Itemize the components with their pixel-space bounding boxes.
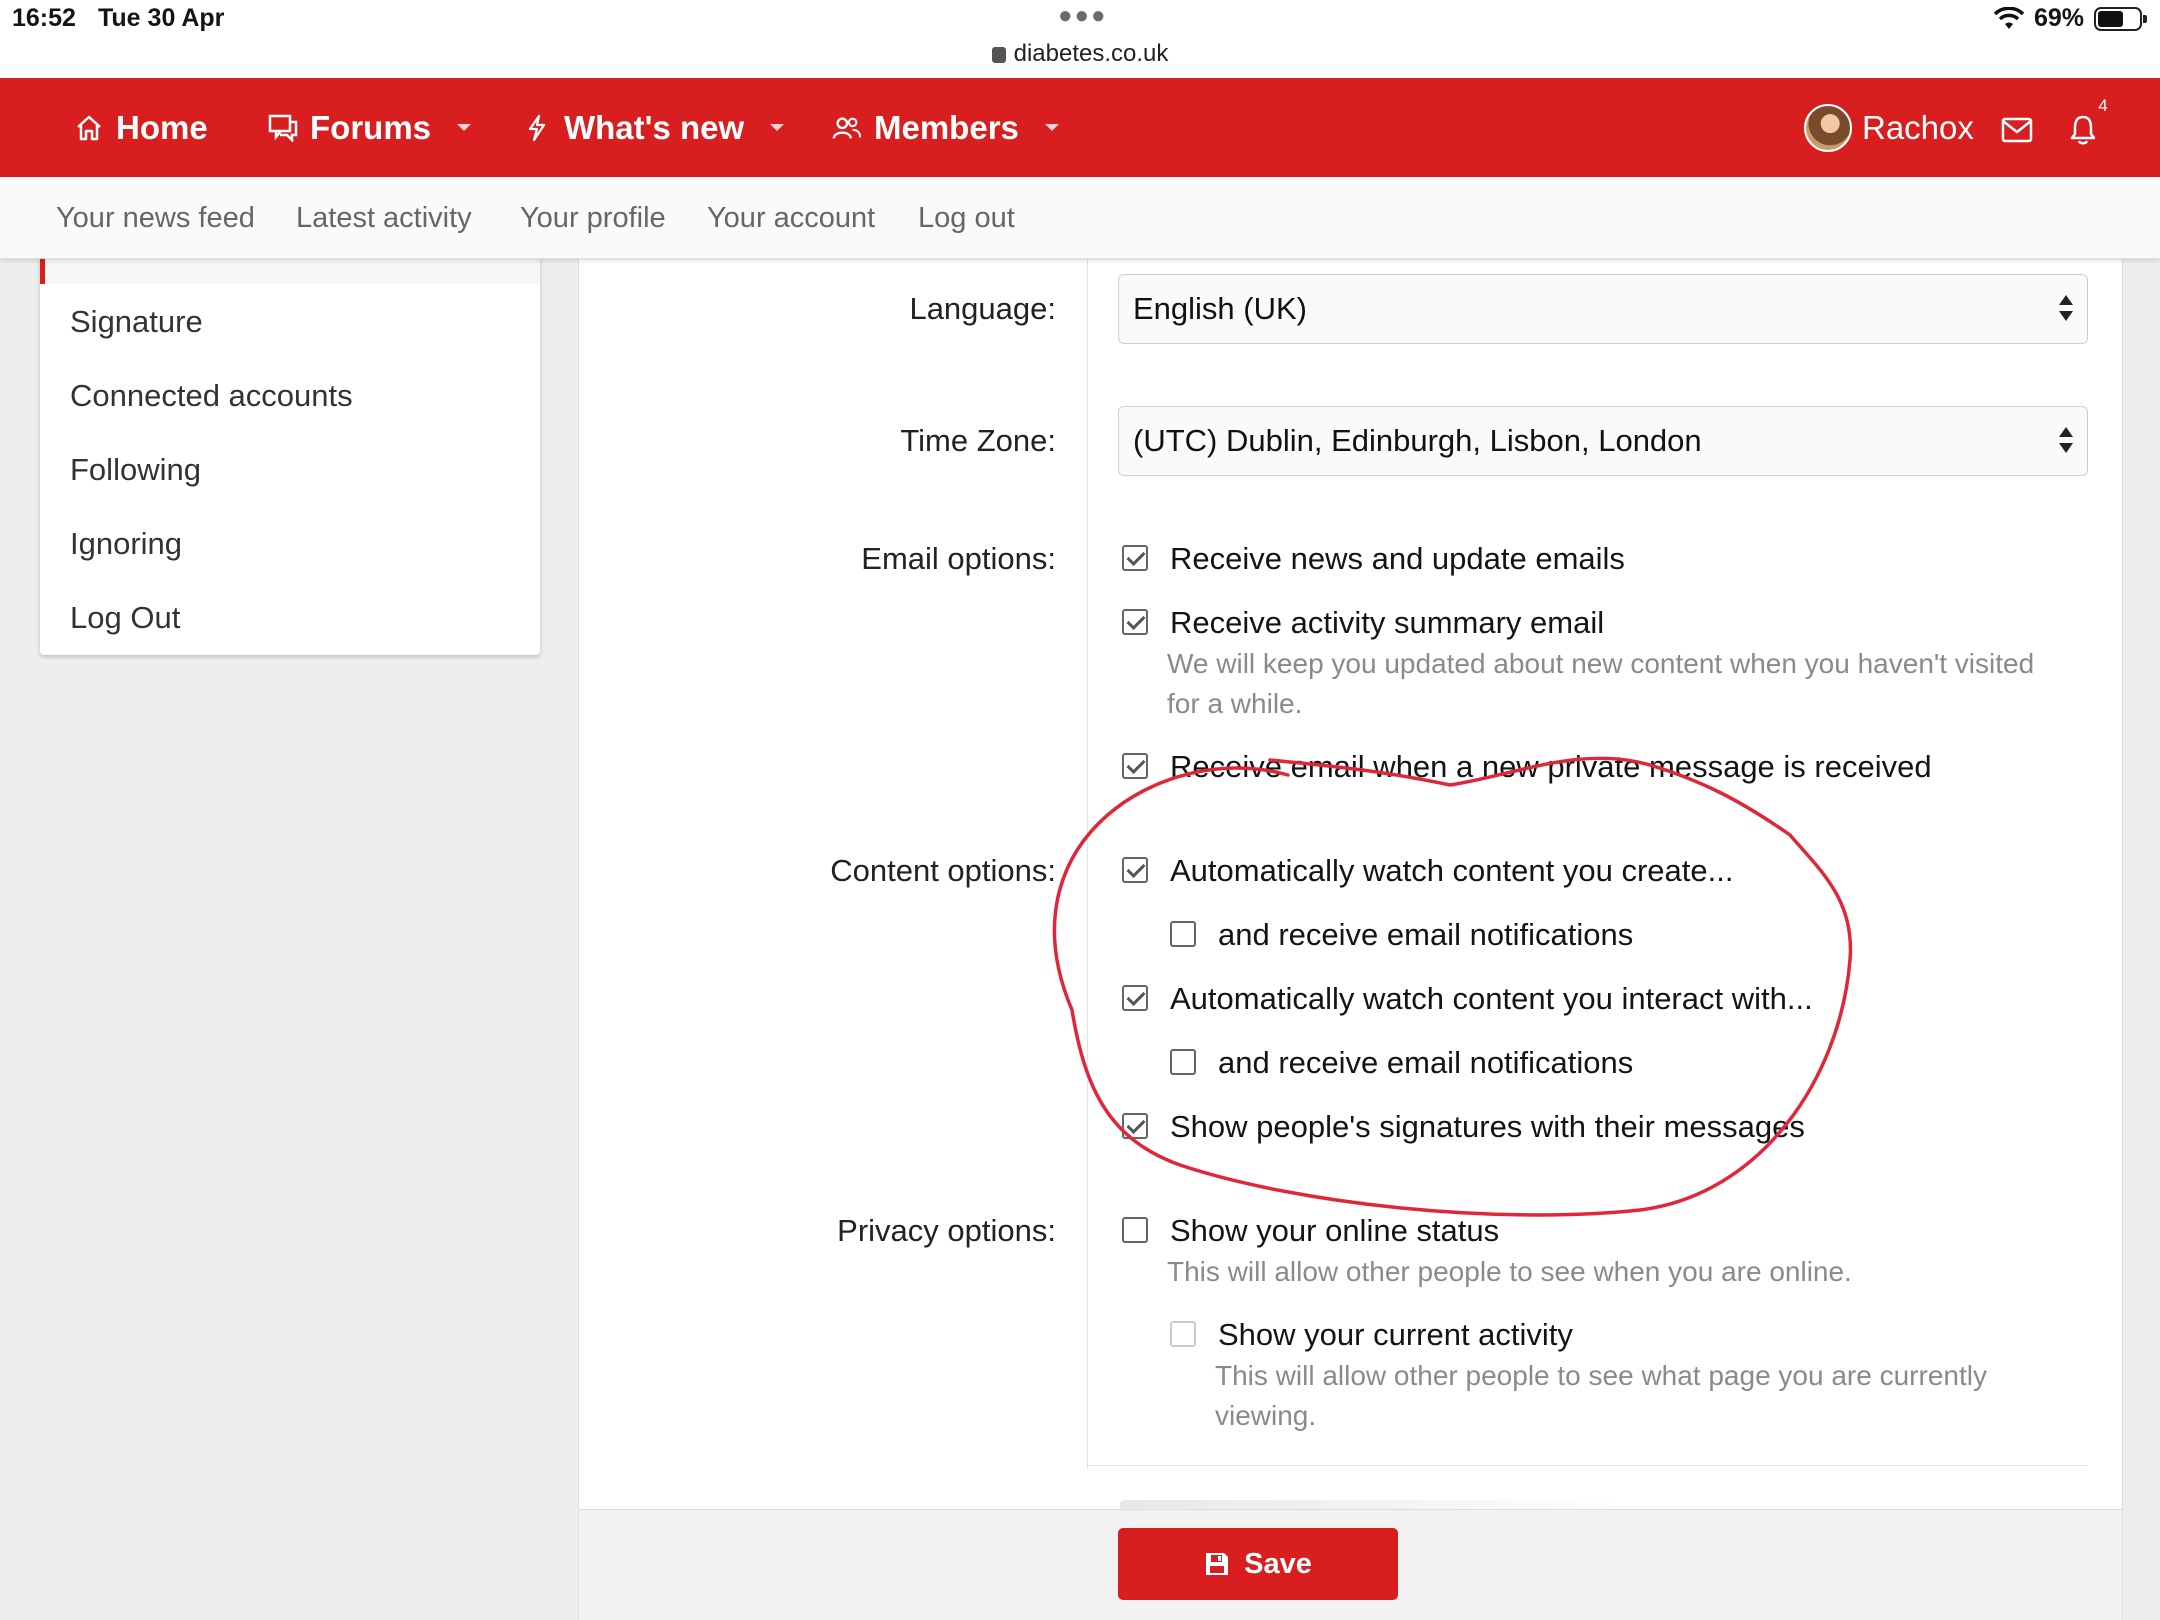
option-label: and receive email notifications <box>1218 917 1634 952</box>
option-label: Show your online status <box>1170 1213 1500 1248</box>
url-text: diabetes.co.uk <box>1013 40 1169 67</box>
bell-icon[interactable] <box>2069 114 2097 146</box>
section-divider <box>1088 1465 2088 1466</box>
checkbox[interactable] <box>1170 1049 1196 1075</box>
bolt-icon <box>522 113 552 143</box>
content-options-label: Content options: <box>830 853 1056 888</box>
subnav-latest-activity[interactable]: Latest activity <box>296 177 472 259</box>
subnav-your-account[interactable]: Your account <box>707 177 875 259</box>
account-sidebar: Signature Connected accounts Following I… <box>40 240 540 655</box>
nav-members-label: Members <box>874 108 1019 146</box>
sidebar-item-following[interactable]: Following <box>70 452 201 488</box>
privacy-options-label: Privacy options: <box>837 1213 1056 1248</box>
checkbox[interactable] <box>1122 1217 1148 1243</box>
checkbox[interactable] <box>1122 857 1148 883</box>
option-label: Automatically watch content you interact… <box>1170 981 1813 1016</box>
main-navbar: Home Forums What's new Members Rachox <box>0 78 2160 177</box>
checkbox[interactable] <box>1122 1113 1148 1139</box>
sidebar-item-log-out[interactable]: Log Out <box>70 600 180 636</box>
page: 16:52 Tue 30 Apr ●●● diabetes.co.uk 69% … <box>0 0 2160 1620</box>
column-divider <box>1087 259 1088 1469</box>
checkbox-private-message-email[interactable]: Receive email when a new private message… <box>1122 749 1932 785</box>
more-dots-icon[interactable]: ●●● <box>1058 2 1108 30</box>
avatar <box>1804 103 1852 152</box>
option-label: Receive email when a new private message… <box>1170 749 1932 784</box>
timezone-select[interactable]: (UTC) Dublin, Edinburgh, Lisbon, London <box>1118 406 2088 476</box>
checkbox-watch-created-email[interactable]: and receive email notifications <box>1170 917 1633 953</box>
current-activity-hint: This will allow other people to see what… <box>1215 1360 1987 1431</box>
checkbox-watch-created[interactable]: Automatically watch content you create..… <box>1122 853 1733 889</box>
chevron-down-icon[interactable] <box>770 124 785 131</box>
checkbox-activity-summary[interactable]: Receive activity summary email <box>1122 605 1604 641</box>
option-label: Show your current activity <box>1218 1317 1573 1352</box>
option-label: Automatically watch content you create..… <box>1170 853 1734 888</box>
language-select[interactable]: English (UK) <box>1118 274 2088 344</box>
clock: 16:52 <box>12 4 76 32</box>
nav-forums-label: Forums <box>310 108 432 146</box>
battery-percent: 69% <box>2033 4 2084 32</box>
select-arrows-icon <box>2059 293 2073 323</box>
nav-whats-new[interactable]: What's new <box>522 78 785 177</box>
checkbox[interactable] <box>1170 1321 1196 1347</box>
status-bar: 16:52 Tue 30 Apr ●●● diabetes.co.uk 69% <box>0 0 2160 78</box>
option-label: Receive activity summary email <box>1170 605 1605 640</box>
email-options-label: Email options: <box>861 541 1056 576</box>
checkbox-online-status[interactable]: Show your online status <box>1122 1213 1499 1249</box>
sidebar-item-ignoring[interactable]: Ignoring <box>70 526 182 562</box>
sidebar-item-signature[interactable]: Signature <box>70 304 203 340</box>
save-icon <box>1206 1553 1229 1575</box>
lock-icon <box>991 47 1006 63</box>
nav-whats-new-label: What's new <box>564 108 745 146</box>
home-icon <box>74 113 104 143</box>
alerts-badge: 4 <box>2089 92 2117 120</box>
select-arrows-icon <box>2059 425 2073 455</box>
checkbox[interactable] <box>1122 753 1148 779</box>
subnav-news-feed[interactable]: Your news feed <box>56 177 255 259</box>
activity-summary-hint: We will keep you updated about new conte… <box>1167 648 2035 719</box>
nav-home[interactable]: Home <box>74 78 208 177</box>
checkbox[interactable] <box>1122 609 1148 635</box>
timezone-value: (UTC) Dublin, Edinburgh, Lisbon, London <box>1133 423 1702 458</box>
nav-members[interactable]: Members <box>832 78 1059 177</box>
language-value: English (UK) <box>1133 291 1307 326</box>
date: Tue 30 Apr <box>98 4 225 32</box>
battery-icon <box>2094 6 2147 31</box>
members-icon <box>832 113 862 143</box>
checkbox-watch-interacted[interactable]: Automatically watch content you interact… <box>1122 981 1813 1017</box>
checkbox-watch-interacted-email[interactable]: and receive email notifications <box>1170 1045 1633 1081</box>
user-menu[interactable]: Rachox <box>1804 78 1974 177</box>
checkbox[interactable] <box>1122 985 1148 1011</box>
save-label: Save <box>1244 1547 1312 1580</box>
checkbox[interactable] <box>1170 921 1196 947</box>
wifi-icon <box>1993 6 2024 29</box>
language-label: Language: <box>909 291 1056 326</box>
timezone-label: Time Zone: <box>900 423 1056 458</box>
nav-home-label: Home <box>116 108 208 146</box>
sidebar-item-connected-accounts[interactable]: Connected accounts <box>70 378 353 414</box>
status-indicators: 69% <box>1993 4 2147 33</box>
checkbox-current-activity[interactable]: Show your current activity <box>1170 1317 1573 1353</box>
option-label: and receive email notifications <box>1218 1045 1634 1080</box>
chevron-down-icon[interactable] <box>457 124 472 131</box>
address-bar[interactable]: diabetes.co.uk <box>0 40 2160 68</box>
option-label: Receive news and update emails <box>1170 541 1625 576</box>
checkbox-news-emails[interactable]: Receive news and update emails <box>1122 541 1625 577</box>
subnav-your-profile[interactable]: Your profile <box>520 177 666 259</box>
option-label: Show people's signatures with their mess… <box>1170 1109 1805 1144</box>
subnav-log-out[interactable]: Log out <box>918 177 1015 259</box>
nav-forums[interactable]: Forums <box>268 78 472 177</box>
username: Rachox <box>1862 108 1974 146</box>
checkbox[interactable] <box>1122 545 1148 571</box>
inbox-icon[interactable] <box>2001 117 2033 143</box>
forums-icon <box>268 113 298 143</box>
sub-navbar: Your news feed Latest activity Your prof… <box>0 177 2160 259</box>
checkbox-show-signatures[interactable]: Show people's signatures with their mess… <box>1122 1109 1805 1145</box>
chevron-down-icon[interactable] <box>1044 124 1059 131</box>
save-button[interactable]: Save <box>1118 1528 1398 1600</box>
online-status-hint: This will allow other people to see when… <box>1167 1256 1852 1287</box>
